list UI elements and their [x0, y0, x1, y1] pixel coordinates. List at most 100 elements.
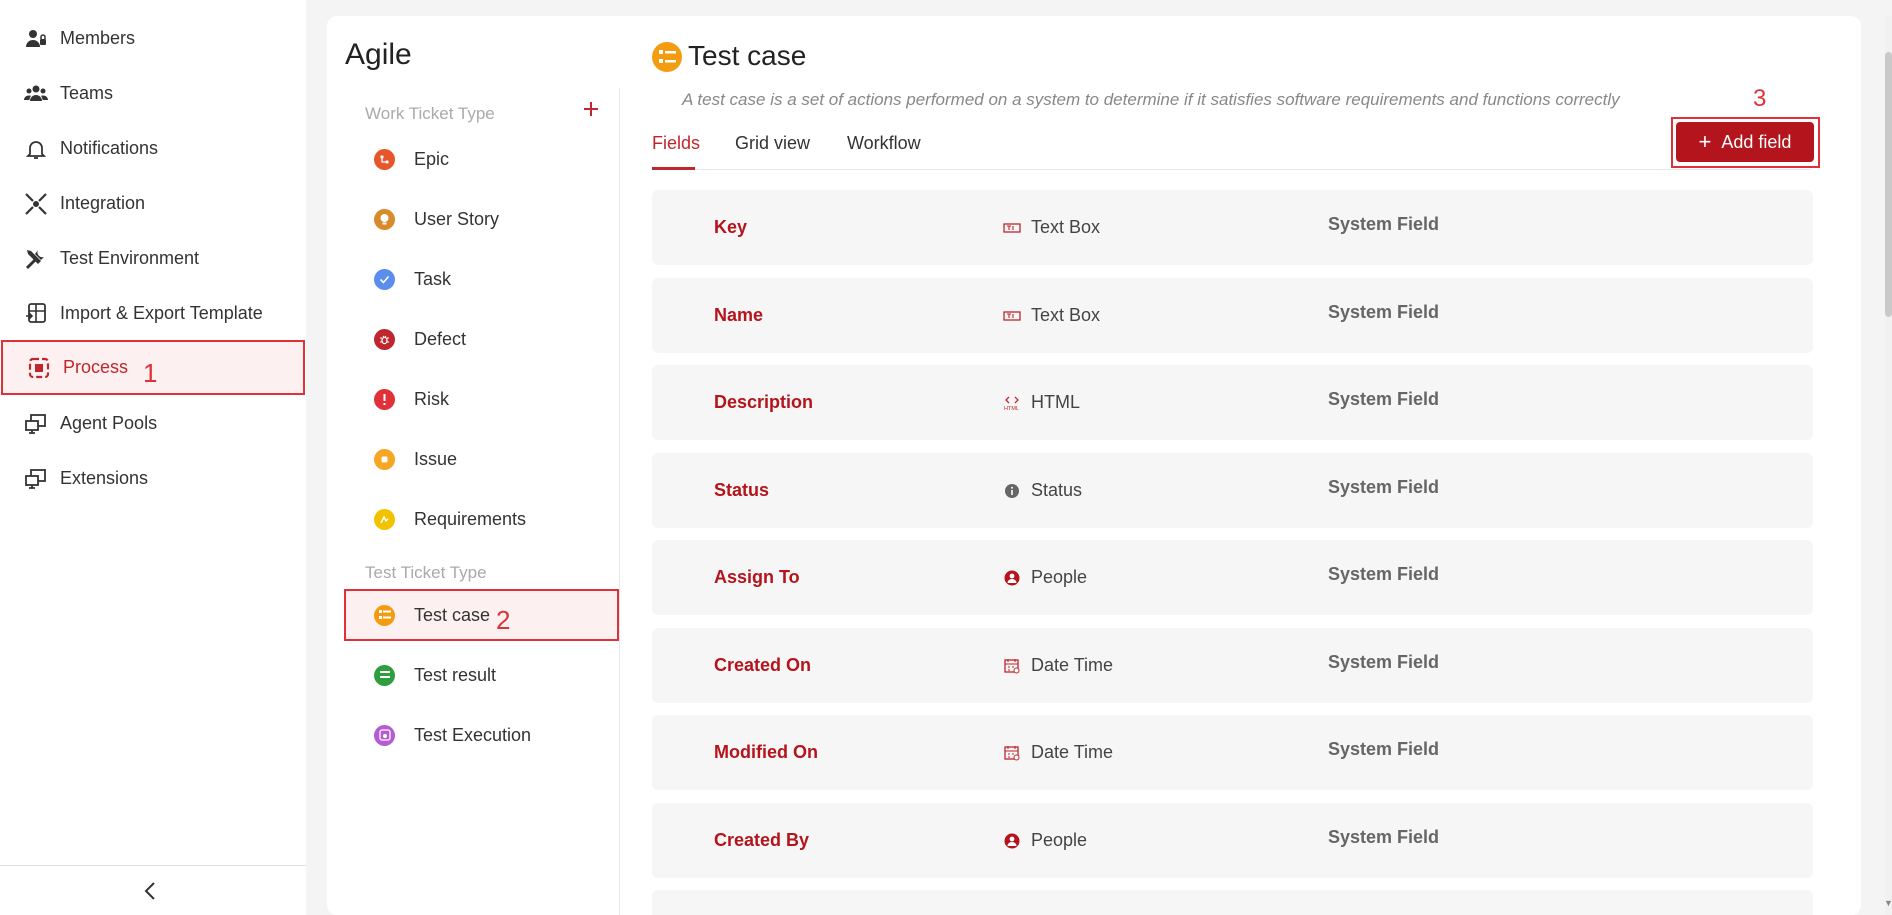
ticket-type-label: Test result	[414, 664, 497, 685]
sidebar-item-teams[interactable]: Teams	[0, 66, 306, 121]
field-kind: System Field	[1328, 739, 1440, 759]
calendar-icon	[1003, 657, 1021, 675]
sidebar-item-notifications[interactable]: Notifications	[0, 121, 306, 176]
sidebar-item-test-environment[interactable]: Test Environment	[0, 231, 306, 286]
extensions-icon	[24, 467, 48, 491]
field-type-label: People	[1031, 830, 1088, 850]
field-row[interactable]: Assign To People System Field	[652, 540, 1813, 615]
agent-pools-icon	[24, 412, 48, 436]
ticket-type-issue[interactable]: Issue	[345, 433, 619, 485]
teams-icon	[24, 82, 48, 106]
ticket-type-label: Issue	[414, 448, 458, 469]
settings-sidebar: Members Teams Notifications Integration …	[0, 0, 306, 915]
field-row[interactable]: Name Text Box System Field	[652, 278, 1813, 353]
ticket-type-label: Risk	[414, 388, 449, 409]
ticket-type-label: Task	[414, 268, 452, 289]
person-icon	[1003, 832, 1021, 850]
sidebar-item-label: Integration	[60, 193, 146, 213]
sidebar-item-import-export-template[interactable]: Import & Export Template	[0, 286, 306, 341]
plus-icon	[583, 101, 599, 122]
field-row[interactable]: Key Text Box System Field	[652, 190, 1813, 265]
annotation-step-1: 1	[143, 358, 158, 388]
ticket-type-label: Test case	[414, 604, 491, 625]
column-divider	[619, 88, 620, 915]
ticket-type-user-story[interactable]: User Story	[345, 193, 619, 245]
user-story-icon	[374, 208, 395, 230]
sidebar-item-label: Import & Export Template	[60, 303, 263, 323]
ticket-type-test-execution[interactable]: Test Execution	[345, 709, 619, 761]
field-name: Assign To	[714, 567, 800, 587]
field-type: Date Time	[1003, 742, 1113, 763]
scrollbar-thumb[interactable]	[1885, 52, 1892, 317]
template-icon	[24, 302, 48, 326]
sidebar-item-label: Agent Pools	[60, 413, 158, 433]
field-type-label: People	[1031, 567, 1088, 587]
plus-icon: +	[1698, 129, 1712, 154]
field-type: Date Time	[1003, 655, 1113, 676]
sidebar-item-label: Notifications	[60, 138, 159, 158]
field-kind: System Field	[1328, 564, 1440, 584]
sidebar-divider	[0, 865, 306, 866]
sidebar-item-label: Process	[63, 357, 129, 377]
chevron-left-icon	[143, 881, 157, 906]
textbox-icon	[1003, 219, 1021, 237]
risk-icon	[374, 388, 395, 410]
field-type-label: Status	[1031, 480, 1083, 500]
field-kind: System Field	[1328, 302, 1440, 322]
field-row[interactable]: Status Status System Field	[652, 453, 1813, 528]
field-type: Status	[1003, 480, 1082, 501]
test-ticket-type-label: Test Ticket Type	[365, 563, 487, 582]
ticket-type-epic[interactable]: Epic	[345, 133, 619, 185]
field-name: Description	[714, 392, 814, 412]
sidebar-item-agent-pools[interactable]: Agent Pools	[0, 396, 306, 451]
field-type: Text Box	[1003, 305, 1100, 326]
ticket-type-risk[interactable]: Risk	[345, 373, 619, 425]
defect-icon	[374, 328, 395, 350]
field-row[interactable]: Modified On Date Time System Field	[652, 715, 1813, 790]
field-row[interactable]: Description HTML HTML System Field	[652, 365, 1813, 440]
info-icon	[1003, 482, 1021, 500]
ticket-type-test-result[interactable]: Test result	[345, 649, 619, 701]
epic-icon	[374, 148, 395, 170]
ticket-type-label: Requirements	[414, 508, 527, 529]
sidebar-item-integration[interactable]: Integration	[0, 176, 306, 231]
field-type: People	[1003, 567, 1087, 588]
test-case-title-icon	[652, 42, 682, 72]
field-type-label: Text Box	[1031, 217, 1101, 237]
scroll-down-arrow-icon[interactable]: ▼	[1884, 898, 1892, 908]
add-ticket-type-button[interactable]	[580, 100, 602, 122]
sidebar-item-members[interactable]: Members	[0, 11, 306, 66]
person-icon	[1003, 569, 1021, 587]
ticket-type-defect[interactable]: Defect	[345, 313, 619, 365]
active-tab-indicator	[652, 167, 695, 170]
field-type-label: Date Time	[1031, 742, 1114, 762]
field-row[interactable]: Created By People System Field	[652, 803, 1813, 878]
add-field-button[interactable]: + Add field	[1676, 122, 1814, 162]
collapse-sidebar-button[interactable]	[138, 878, 162, 908]
ticket-type-requirements[interactable]: Requirements	[345, 493, 619, 545]
field-type: People	[1003, 830, 1087, 851]
annotation-step-3: 3	[1753, 85, 1767, 112]
ticket-type-test-case[interactable]: Test case	[344, 589, 619, 641]
ticket-type-task[interactable]: Task	[345, 253, 619, 305]
svg-text:HTML: HTML	[1004, 406, 1019, 411]
add-field-label: Add field	[1721, 131, 1792, 152]
field-kind: System Field	[1328, 827, 1440, 847]
sidebar-item-extensions[interactable]: Extensions	[0, 451, 306, 506]
sidebar-item-label: Teams	[60, 83, 114, 103]
task-icon	[374, 268, 395, 290]
html-icon: HTML	[1003, 394, 1021, 412]
members-icon	[24, 27, 48, 51]
field-row[interactable]	[652, 890, 1813, 915]
test-case-icon	[374, 604, 395, 626]
sidebar-item-label: Members	[60, 28, 136, 48]
detail-description: A test case is a set of actions performe…	[682, 90, 1620, 109]
field-type-label: Date Time	[1031, 655, 1114, 675]
bell-icon	[24, 137, 48, 161]
tabs-border	[652, 169, 1812, 170]
field-type: Text Box	[1003, 217, 1100, 238]
field-type-label: HTML	[1031, 392, 1080, 412]
test-execution-icon	[374, 724, 395, 746]
sidebar-item-label: Extensions	[60, 468, 149, 488]
field-row[interactable]: Created On Date Time System Field	[652, 628, 1813, 703]
